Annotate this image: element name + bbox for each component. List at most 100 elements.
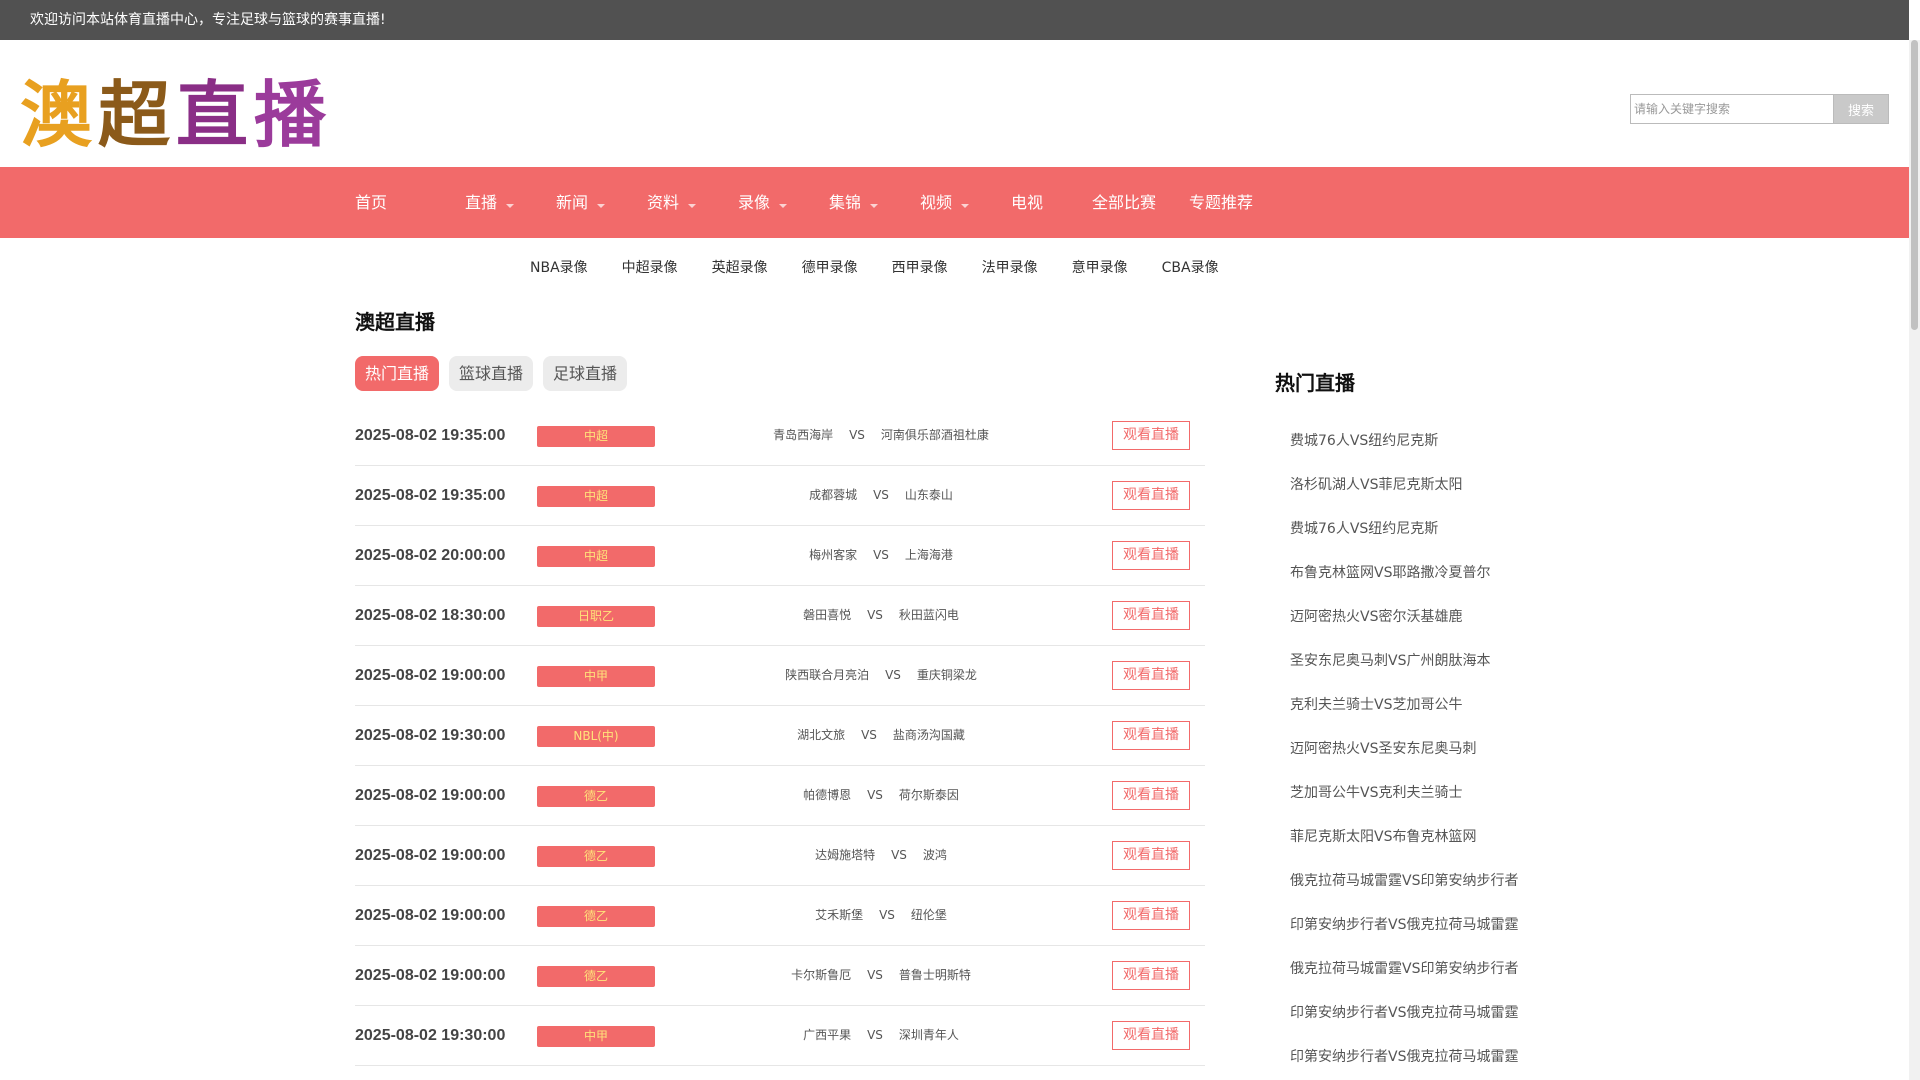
match-teams: 帕德博恩 VS 荷尔斯泰因: [655, 766, 1107, 824]
home-team: 卡尔斯鲁厄: [791, 968, 852, 982]
tab[interactable]: 篮球直播: [449, 356, 534, 391]
sidebar-match-link[interactable]: 费城76人VS纽约尼克斯: [1275, 419, 1575, 463]
watch-live-button[interactable]: 观看直播: [1112, 721, 1190, 750]
nav-item[interactable]: 录像: [738, 167, 829, 238]
league-badge: 德乙: [537, 786, 655, 807]
watch-live-button[interactable]: 观看直播: [1112, 661, 1190, 690]
scrollbar-thumb[interactable]: [1911, 40, 1918, 330]
sidebar-match-link[interactable]: 俄克拉荷马城雷霆VS印第安纳步行者: [1275, 947, 1575, 991]
match-teams: 磐田喜悦 VS 秋田蓝闪电: [655, 586, 1107, 644]
league-badge: 日职乙: [537, 606, 655, 627]
match-row: 2025-08-02 19:00:00 德乙 帕德博恩 VS 荷尔斯泰因 观看直播: [355, 766, 1205, 826]
sidebar-match-link[interactable]: 印第安纳步行者VS俄克拉荷马城雷霆: [1275, 903, 1575, 947]
subnav-link[interactable]: CBA录像: [1162, 256, 1219, 280]
match-time: 2025-08-02 19:00:00: [355, 967, 506, 984]
nav-item[interactable]: 全部比赛: [1092, 167, 1189, 238]
nav-item[interactable]: 资料: [647, 167, 738, 238]
away-team: 纽伦堡: [910, 908, 947, 922]
main-nav: 首页 直播 新闻 资料 录像 集锦 视频 电视 全部比赛 专题推荐: [0, 167, 1909, 238]
sidebar-match-link[interactable]: 迈阿密热火VS密尔沃基雄鹿: [1275, 595, 1575, 639]
sidebar-match-link[interactable]: 圣安东尼奥马刺VS广州朗肽海本: [1275, 639, 1575, 683]
match-row: 2025-08-02 19:00:00 德乙 艾禾斯堡 VS 纽伦堡 观看直播: [355, 886, 1205, 946]
sidebar-match-link[interactable]: 印第安纳步行者VS俄克拉荷马城雷霆: [1275, 1035, 1575, 1079]
search-button[interactable]: 搜索: [1833, 94, 1889, 124]
nav-item-label: 视频: [920, 193, 953, 212]
watch-live-button[interactable]: 观看直播: [1112, 601, 1190, 630]
sidebar-match-link[interactable]: 印第安纳步行者VS俄克拉荷马城雷霆: [1275, 991, 1575, 1035]
nav-item[interactable]: 电视: [1011, 167, 1092, 238]
watch-live-button[interactable]: 观看直播: [1112, 541, 1190, 570]
match-time: 2025-08-02 19:00:00: [355, 787, 506, 804]
away-team: 普鲁士明斯特: [898, 968, 971, 982]
nav-item[interactable]: 视频: [920, 167, 1011, 238]
subnav-link[interactable]: 英超录像: [712, 256, 768, 280]
league-badge: NBL(中): [537, 726, 655, 747]
sidebar-match-link[interactable]: 费城76人VS纽约尼克斯: [1275, 507, 1575, 551]
home-team: 广西平果: [803, 1028, 852, 1042]
nav-item-label: 专题推荐: [1189, 193, 1254, 212]
search-input[interactable]: [1630, 94, 1833, 124]
match-row: 2025-08-02 20:00:00 中超 梅州客家 VS 上海海港 观看直播: [355, 526, 1205, 586]
match-time: 2025-08-02 19:35:00: [355, 427, 506, 444]
nav-item[interactable]: 新闻: [556, 167, 647, 238]
vs-label: VS: [867, 1028, 883, 1042]
away-team: 上海海港: [904, 548, 953, 562]
sidebar-match-link[interactable]: 克利夫兰骑士VS芝加哥公牛: [1275, 683, 1575, 727]
match-time: 2025-08-02 19:30:00: [355, 727, 506, 744]
match-teams: 成都蓉城 VS 山东泰山: [655, 466, 1107, 524]
nav-item-label: 全部比赛: [1092, 193, 1157, 212]
page: 欢迎访问本站体育直播中心，专注足球与篮球的赛事直播! 澳 超 直 播 澳 超 直…: [0, 0, 1920, 1080]
caret-down-icon: [961, 203, 970, 208]
sidebar-match-link[interactable]: 布鲁克林篮网VS耶路撒冷夏普尔: [1275, 551, 1575, 595]
watch-live-button[interactable]: 观看直播: [1112, 481, 1190, 510]
match-tabs: 热门直播 篮球直播 足球直播: [355, 356, 1205, 391]
subnav-link[interactable]: 中超录像: [622, 256, 678, 280]
watch-live-button[interactable]: 观看直播: [1112, 841, 1190, 870]
vs-label: VS: [873, 488, 889, 502]
sidebar-match-link[interactable]: 洛杉矶湖人VS菲尼克斯太阳: [1275, 463, 1575, 507]
watch-live-button[interactable]: 观看直播: [1112, 781, 1190, 810]
subnav-link[interactable]: 德甲录像: [802, 256, 858, 280]
tab[interactable]: 足球直播: [543, 356, 628, 391]
tab[interactable]: 热门直播: [355, 356, 440, 391]
home-team: 帕德博恩: [803, 788, 852, 802]
league-badge: 中甲: [537, 1026, 655, 1047]
sidebar: 热门直播 费城76人VS纽约尼克斯 洛杉矶湖人VS菲尼克斯太阳 费城76人VS纽约尼…: [1275, 365, 1575, 1079]
subnav-link[interactable]: 意甲录像: [1072, 256, 1128, 280]
match-teams: 湖北文旅 VS 盐商汤沟国藏: [655, 706, 1107, 764]
logo-char: 直: [176, 73, 248, 157]
nav-item-label: 录像: [738, 193, 771, 212]
subnav-link[interactable]: 西甲录像: [892, 256, 948, 280]
match-teams: 卡尔斯鲁厄 VS 普鲁士明斯特: [655, 946, 1107, 1004]
home-team: 达姆施塔特: [815, 848, 876, 862]
watch-live-button[interactable]: 观看直播: [1112, 1021, 1190, 1050]
caret-down-icon: [870, 203, 879, 208]
sidebar-match-link[interactable]: 芝加哥公牛VS克利夫兰骑士: [1275, 771, 1575, 815]
away-team: 深圳青年人: [898, 1028, 959, 1042]
logo-char: 澳: [20, 73, 93, 157]
nav-item-label: 新闻: [556, 193, 589, 212]
nav-item-label: 电视: [1011, 193, 1044, 212]
page-scrollbar[interactable]: [1909, 40, 1920, 1080]
watch-live-button[interactable]: 观看直播: [1112, 901, 1190, 930]
league-badge: 中超: [537, 546, 655, 567]
nav-item[interactable]: 首页: [355, 167, 465, 238]
nav-item[interactable]: 专题推荐: [1189, 167, 1269, 238]
subnav-link[interactable]: NBA录像: [530, 256, 588, 280]
match-teams: 艾禾斯堡 VS 纽伦堡: [655, 886, 1107, 944]
vs-label: VS: [867, 968, 883, 982]
nav-item[interactable]: 集锦: [829, 167, 920, 238]
sidebar-match-link[interactable]: 菲尼克斯太阳VS布鲁克林篮网: [1275, 815, 1575, 859]
vs-label: VS: [849, 428, 865, 442]
nav-item-label: 资料: [647, 193, 680, 212]
subnav-link[interactable]: 法甲录像: [982, 256, 1038, 280]
watch-live-button[interactable]: 观看直播: [1112, 961, 1190, 990]
sidebar-match-link[interactable]: 迈阿密热火VS圣安东尼奥马刺: [1275, 727, 1575, 771]
site-logo[interactable]: 澳 超 直 播 澳 超 直 播: [16, 68, 340, 161]
welcome-text: 欢迎访问本站体育直播中心，专注足球与篮球的赛事直播!: [30, 12, 386, 28]
league-badge: 德乙: [537, 966, 655, 987]
match-time: 2025-08-02 20:00:00: [355, 547, 506, 564]
watch-live-button[interactable]: 观看直播: [1112, 421, 1190, 450]
sidebar-match-link[interactable]: 俄克拉荷马城雷霆VS印第安纳步行者: [1275, 859, 1575, 903]
nav-item[interactable]: 直播: [465, 167, 556, 238]
